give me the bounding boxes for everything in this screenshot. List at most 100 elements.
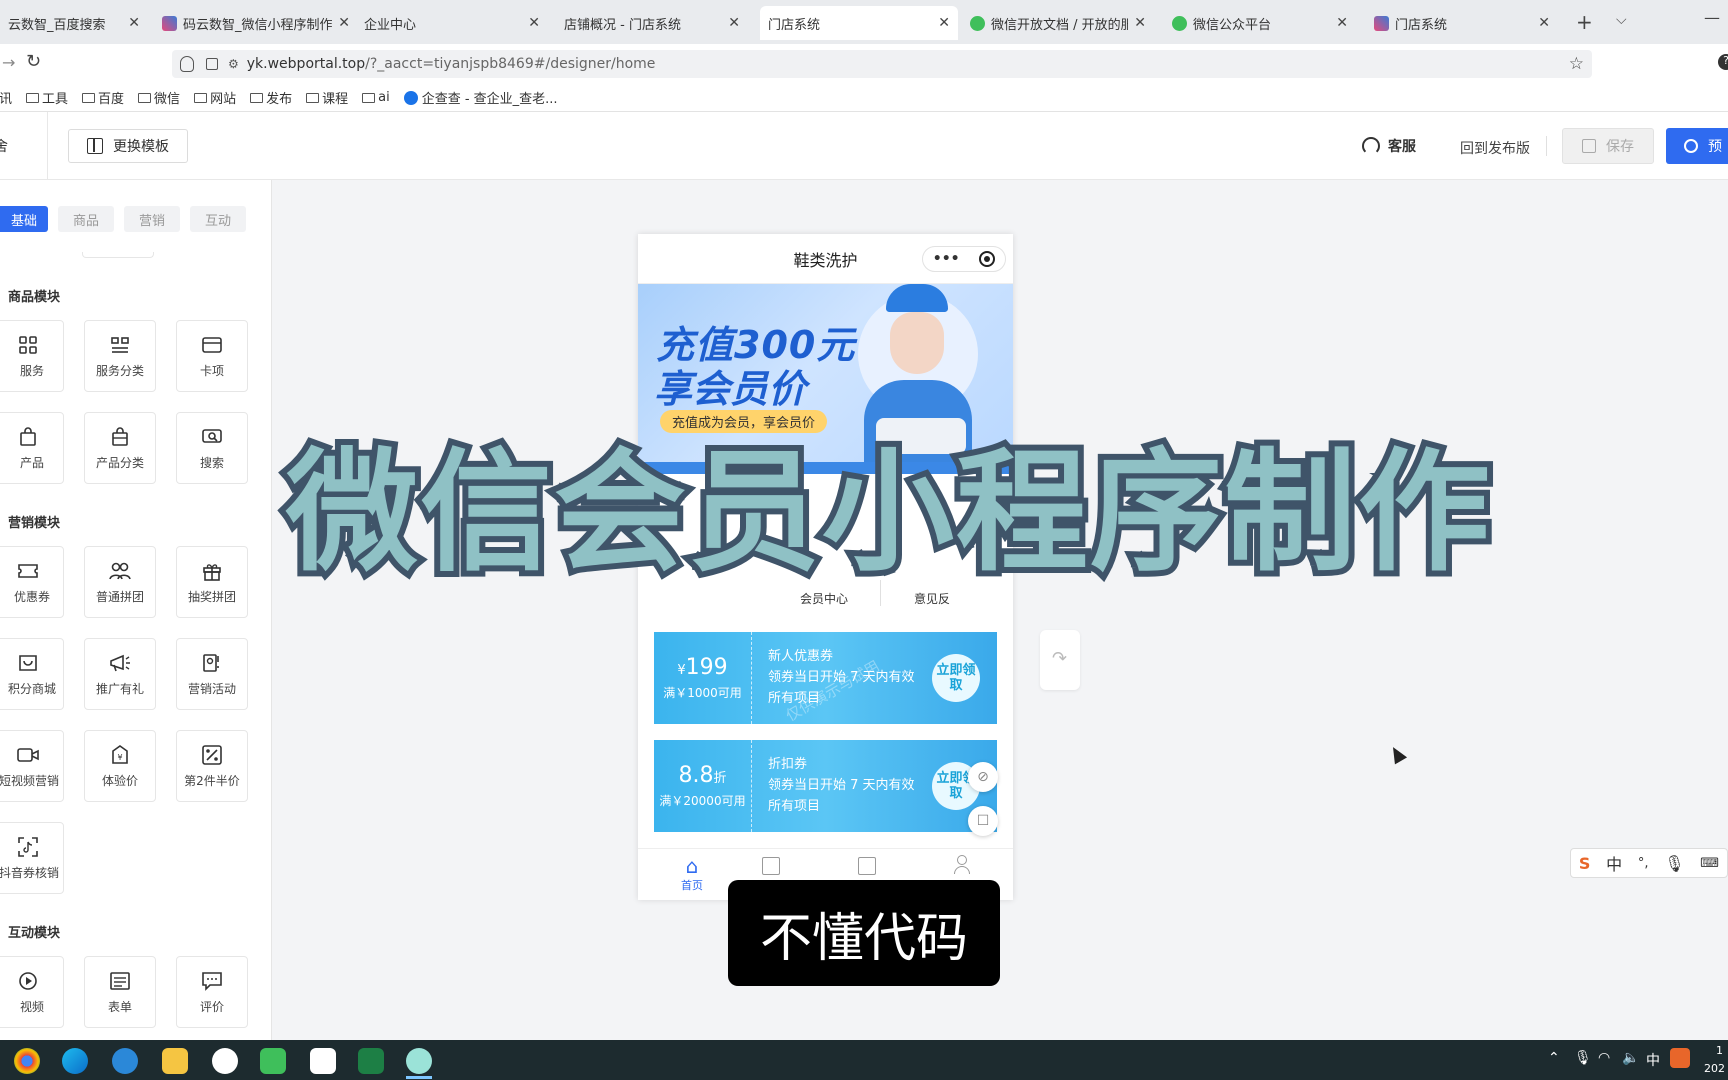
component-points-mall[interactable]: 积分商城 (0, 638, 64, 710)
tab-store-system-active[interactable]: 门店系统 ✕ (760, 6, 958, 40)
preview-button[interactable]: 预 (1666, 128, 1728, 164)
sogou-browser-icon[interactable] (112, 1048, 138, 1074)
more-icon[interactable]: ••• (933, 251, 960, 267)
component-referral[interactable]: 推广有礼 (84, 638, 156, 710)
tray-lang[interactable]: 中 (1646, 1050, 1660, 1070)
tray-chevron-icon[interactable]: ⌃ (1548, 1050, 1560, 1066)
site-settings-icon[interactable]: ⚙ (228, 57, 239, 71)
component-second-half-price[interactable]: 第2件半价 (176, 730, 248, 802)
checklist-icon[interactable] (858, 857, 876, 875)
component-card-item[interactable]: 卡项 (176, 320, 248, 392)
change-template-button[interactable]: 更换模板 (68, 129, 188, 163)
nav-member-center[interactable]: 会员中心 (800, 590, 848, 607)
tab-baidu-search[interactable]: 云数智_百度搜索 ✕ (0, 6, 148, 40)
nav-home[interactable]: ⌂ 首页 (672, 855, 712, 893)
forward-icon[interactable]: → (2, 53, 15, 72)
bookmark-qichacha[interactable]: 企查查 - 查企业_查老... (403, 88, 558, 107)
component-group-buy[interactable]: 普通拼团 (84, 546, 156, 618)
user-icon[interactable] (954, 855, 970, 875)
reload-icon[interactable]: ↻ (26, 51, 41, 72)
sogou-tray-icon[interactable] (1670, 1048, 1690, 1068)
close-target-icon[interactable] (979, 251, 996, 267)
chat-icon[interactable]: ☐ (968, 806, 998, 836)
capsule-menu[interactable]: ••• (922, 246, 1006, 272)
app-icon[interactable] (310, 1048, 336, 1074)
coupon-card-discount[interactable]: 8.8折 满￥20000可用 折扣券 领券当日开始 7 天内有效 所有项目 立即… (654, 740, 997, 832)
edge-icon[interactable] (62, 1048, 88, 1074)
component-search[interactable]: 搜索 (176, 412, 248, 484)
excel-icon[interactable] (358, 1048, 384, 1074)
punctuation-icon[interactable]: °, (1638, 856, 1649, 871)
tab-close-icon[interactable]: ✕ (728, 15, 740, 31)
url-bar[interactable]: ⚙ yk.webportal.top /?_aacct=tiyanjspb846… (172, 50, 1592, 78)
component-douyin-verify[interactable]: 抖音券核销 (0, 822, 64, 894)
bookmark-wechat[interactable]: 微信 (138, 88, 180, 107)
tab-close-icon[interactable]: ✕ (1336, 15, 1348, 31)
keyboard-icon[interactable]: ⌨ (1700, 856, 1719, 871)
orders-icon[interactable] (762, 857, 780, 875)
bookmark-news[interactable]: 资讯 (0, 88, 12, 107)
component-review[interactable]: 评价 (176, 956, 248, 1028)
wechat-app-icon[interactable] (260, 1048, 286, 1074)
save-button[interactable]: 保存 (1562, 128, 1654, 164)
component-product-category[interactable]: 产品分类 (84, 412, 156, 484)
bookmark-publish[interactable]: 发布 (250, 88, 292, 107)
component-service-category[interactable]: 服务分类 (84, 320, 156, 392)
home-link[interactable]: 舍 (0, 136, 8, 156)
minimize-icon[interactable]: — (1704, 8, 1720, 27)
chrome-icon[interactable] (14, 1048, 40, 1074)
component-form[interactable]: 表单 (84, 956, 156, 1028)
new-tab-button[interactable]: + (1576, 10, 1593, 34)
redo-icon[interactable]: ↷ (1052, 648, 1067, 669)
component-video[interactable]: 视频 (0, 956, 64, 1028)
link-icon[interactable]: ⊘ (968, 762, 998, 792)
mic-tray-icon[interactable]: 🎙 (1574, 1050, 1592, 1066)
tab-interaction[interactable]: 互动 (190, 206, 246, 232)
tray-date[interactable]: 202 (1704, 1062, 1725, 1075)
tab-close-icon[interactable]: ✕ (528, 15, 540, 31)
profile-icon[interactable]: ? (1718, 54, 1728, 70)
app-flower-icon[interactable] (406, 1048, 432, 1074)
volume-icon[interactable]: 🔈 (1622, 1050, 1639, 1066)
tab-store-system-2[interactable]: 门店系统 ✕ (1366, 6, 1558, 40)
tab-store-overview[interactable]: 店铺概况 - 门店系统 ✕ (556, 6, 748, 40)
bookmark-baidu[interactable]: 百度 (82, 88, 124, 107)
tab-wechat-docs[interactable]: 微信开放文档 / 开放的服务 ✕ (962, 6, 1154, 40)
coupon-card-new-user[interactable]: ¥199 满￥1000可用 新人优惠券 领券当日开始 7 天内有效 所有项目 立… (654, 632, 997, 724)
nav-feedback[interactable]: 意见反 (914, 590, 950, 607)
customer-service-button[interactable]: 客服 (1354, 129, 1424, 163)
tab-basic[interactable]: 基础 (0, 206, 48, 232)
file-explorer-icon[interactable] (162, 1048, 188, 1074)
network-icon[interactable]: ◠ (1598, 1050, 1610, 1066)
qq-icon[interactable] (212, 1048, 238, 1074)
tab-list-chevron-icon[interactable]: ⌵ (1616, 12, 1627, 28)
microphone-icon[interactable]: 🎙 (1664, 854, 1684, 873)
component-coupon[interactable]: 优惠券 (0, 546, 64, 618)
ime-lang[interactable]: 中 (1606, 851, 1622, 875)
tab-marketing[interactable]: 营销 (124, 206, 180, 232)
ime-toolbar[interactable]: S 中 °, 🎙 ⌨ (1570, 848, 1728, 878)
component-short-video[interactable]: 短视频营销 (0, 730, 64, 802)
tray-time[interactable]: 1 (1716, 1044, 1723, 1057)
bookmark-tools[interactable]: 工具 (26, 88, 68, 107)
tab-close-icon[interactable]: ✕ (1134, 15, 1146, 31)
bookmark-star-icon[interactable]: ☆ (1569, 54, 1584, 74)
component-service[interactable]: 服务 (0, 320, 64, 392)
tab-close-icon[interactable]: ✕ (128, 15, 140, 31)
back-to-release-link[interactable]: 回到发布版 (1460, 138, 1530, 158)
component-product[interactable]: 产品 (0, 412, 64, 484)
component-trial-price[interactable]: ¥ 体验价 (84, 730, 156, 802)
tab-goods[interactable]: 商品 (58, 206, 114, 232)
bookmark-courses[interactable]: 课程 (306, 88, 348, 107)
tab-close-icon[interactable]: ✕ (938, 15, 950, 31)
bookmark-ai[interactable]: ai (362, 90, 390, 105)
component-lottery-group[interactable]: 抽奖拼团 (176, 546, 248, 618)
component-campaign[interactable]: 营销活动 (176, 638, 248, 710)
tab-wechat-mp[interactable]: 微信公众平台 ✕ (1164, 6, 1356, 40)
tab-close-icon[interactable]: ✕ (338, 15, 350, 31)
tab-close-icon[interactable]: ✕ (1538, 15, 1550, 31)
tab-enterprise-center[interactable]: 企业中心 ✕ (356, 6, 548, 40)
claim-button[interactable]: 立即领取 (932, 654, 980, 702)
tab-mayun[interactable]: 码云数智_微信小程序制作与 ✕ (154, 6, 358, 40)
bookmark-sites[interactable]: 网站 (194, 88, 236, 107)
